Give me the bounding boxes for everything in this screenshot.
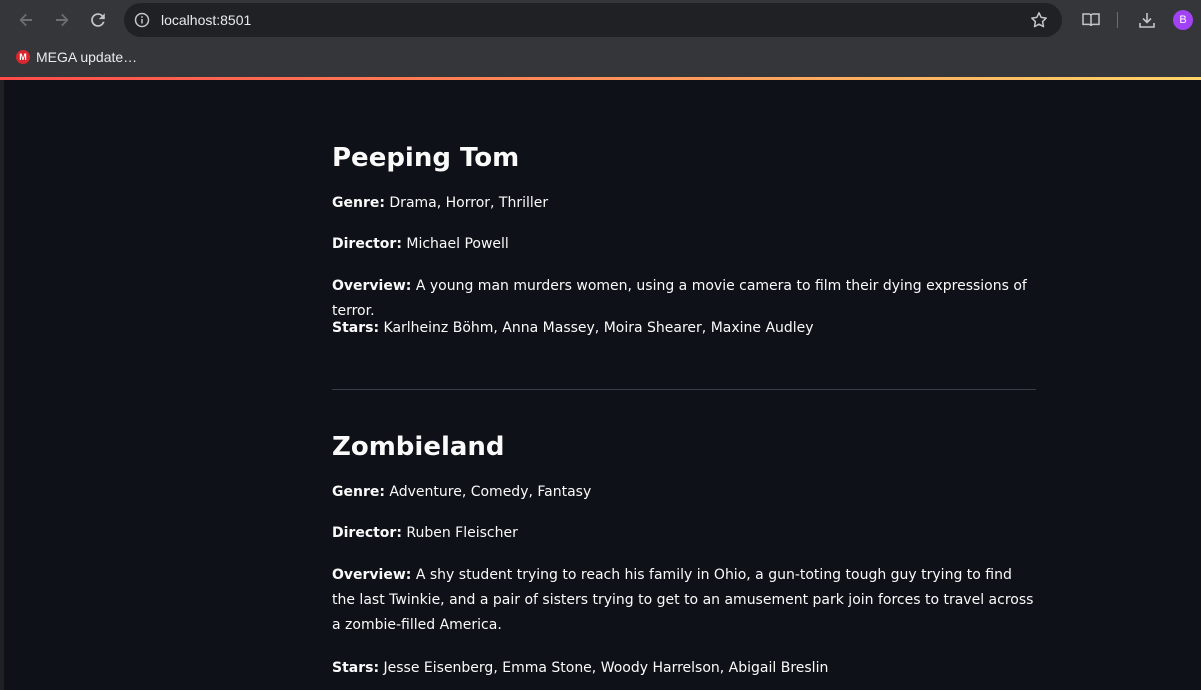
genre-value: Drama, Horror, Thriller [389, 195, 549, 211]
stars-value: Karlheinz Böhm, Anna Massey, Moira Shear… [383, 320, 814, 336]
browser-chrome: localhost:8501 B M MEGA update… [0, 0, 1201, 78]
director-label: Director: [332, 236, 402, 252]
movie-stars: Stars: Karlheinz Böhm, Anna Massey, Moir… [332, 316, 1036, 341]
stars-label: Stars: [332, 660, 380, 676]
browser-toolbar: localhost:8501 B [0, 0, 1201, 40]
bookmark-item-mega[interactable]: M MEGA update… [12, 46, 137, 68]
mega-logo-icon: M [16, 50, 30, 64]
site-info-icon[interactable] [134, 12, 150, 28]
genre-value: Adventure, Comedy, Fantasy [389, 484, 592, 500]
overview-label: Overview: [332, 278, 412, 294]
genre-label: Genre: [332, 484, 385, 500]
bookmark-star-icon[interactable] [1030, 11, 1048, 29]
movie-overview: Overview: A shy student trying to reach … [332, 563, 1036, 638]
address-bar[interactable]: localhost:8501 [124, 3, 1062, 37]
url-text[interactable]: localhost:8501 [161, 12, 251, 28]
forward-arrow-icon[interactable] [50, 8, 74, 32]
overview-value: A shy student trying to reach his family… [332, 567, 1034, 633]
bookmarks-bar: M MEGA update… [0, 40, 1201, 78]
back-arrow-icon[interactable] [14, 8, 38, 32]
movie-title: Peeping Tom [332, 143, 520, 173]
movie-divider [332, 389, 1036, 390]
movie-director: Director: Michael Powell [332, 232, 1036, 257]
profile-avatar[interactable]: B [1173, 10, 1193, 30]
stars-label: Stars: [332, 320, 380, 336]
movie-genre: Genre: Adventure, Comedy, Fantasy [332, 480, 1036, 505]
stars-value: Jesse Eisenberg, Emma Stone, Woody Harre… [383, 660, 829, 676]
director-value: Ruben Fleischer [406, 525, 518, 541]
toolbar-separator [1117, 12, 1118, 28]
reading-mode-icon[interactable] [1081, 10, 1101, 30]
reload-icon[interactable] [86, 8, 110, 32]
movie-stars: Stars: Jesse Eisenberg, Emma Stone, Wood… [332, 656, 1036, 681]
movie-director: Director: Ruben Fleischer [332, 521, 1036, 546]
overview-label: Overview: [332, 567, 412, 583]
director-label: Director: [332, 525, 402, 541]
overview-value: A young man murders women, using a movie… [332, 278, 1027, 319]
movie-genre: Genre: Drama, Horror, Thriller [332, 191, 1036, 216]
movie-title: Zombieland [332, 432, 505, 462]
bookmark-label: MEGA update… [36, 49, 138, 65]
app-page: Peeping Tom Genre: Drama, Horror, Thrill… [4, 80, 1201, 690]
download-icon[interactable] [1137, 10, 1157, 30]
director-value: Michael Powell [406, 236, 509, 252]
genre-label: Genre: [332, 195, 385, 211]
